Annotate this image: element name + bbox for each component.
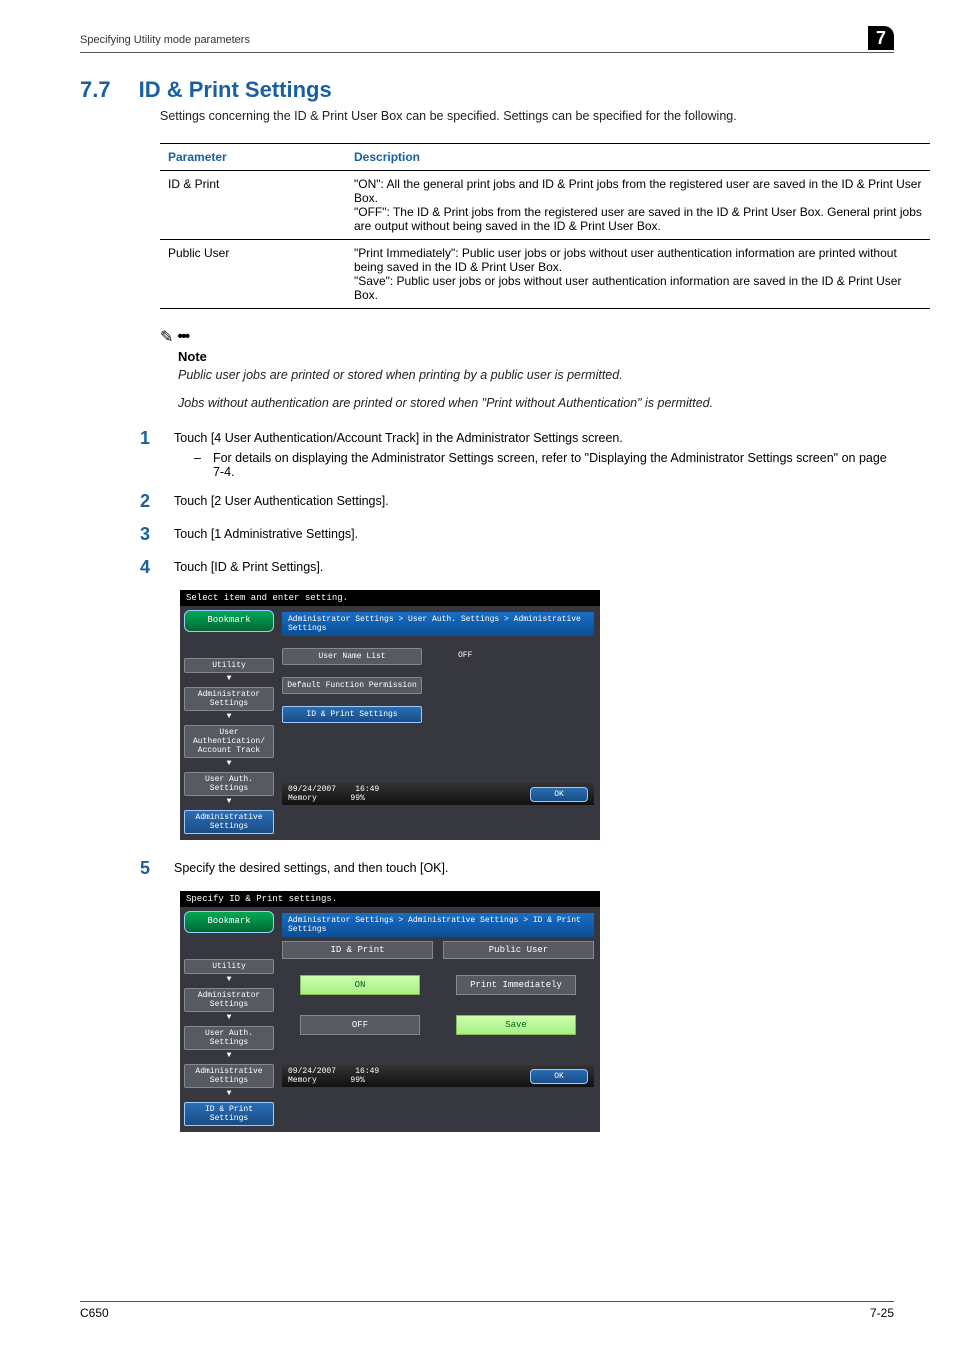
arrow-down-icon: ▼ — [184, 674, 274, 683]
sidebar-admin-settings[interactable]: Administrator Settings — [184, 687, 274, 711]
arrow-down-icon: ▼ — [184, 759, 274, 768]
sidebar-utility[interactable]: Utility — [184, 658, 274, 673]
sidebar-utility[interactable]: Utility — [184, 959, 274, 974]
message-bar: Specify ID & Print settings. — [180, 891, 600, 907]
step-text: Touch [ID & Print Settings]. — [174, 557, 894, 574]
screenshot-id-print-settings: Specify ID & Print settings. Bookmark Ut… — [180, 891, 600, 1132]
opt-id-print-settings[interactable]: ID & Print Settings — [282, 706, 422, 723]
ok-button[interactable]: OK — [530, 787, 588, 802]
cell-param: Public User — [160, 240, 346, 309]
bookmark-button[interactable]: Bookmark — [184, 911, 274, 933]
btn-off[interactable]: OFF — [300, 1015, 420, 1035]
sidebar-user-auth-settings[interactable]: User Auth. Settings — [184, 772, 274, 796]
step-text: Touch [1 Administrative Settings]. — [174, 524, 894, 541]
section-title: ID & Print Settings — [139, 77, 332, 103]
dash-icon: – — [194, 451, 201, 479]
page-breadcrumb: Specifying Utility mode parameters — [80, 34, 250, 46]
sidebar-administrative-settings[interactable]: Administrative Settings — [184, 810, 274, 834]
bookmark-button[interactable]: Bookmark — [184, 610, 274, 632]
status-mem-value: 99% — [350, 794, 364, 803]
status-date: 09/24/2007 — [288, 785, 336, 794]
th-description: Description — [346, 144, 930, 171]
chapter-number-badge: 7 — [868, 26, 894, 50]
cell-param: ID & Print — [160, 171, 346, 240]
step-subtext: For details on displaying the Administra… — [213, 451, 894, 479]
ok-button[interactable]: OK — [530, 1069, 588, 1084]
pen-icon: ✎ — [160, 327, 173, 347]
opt-user-name-list[interactable]: User Name List — [282, 648, 422, 665]
arrow-down-icon: ▼ — [184, 1051, 274, 1060]
arrow-down-icon: ▼ — [184, 797, 274, 806]
arrow-down-icon: ▼ — [184, 1013, 274, 1022]
crumb-bar: Administrator Settings > User Auth. Sett… — [282, 612, 594, 636]
sidebar-administrative-settings[interactable]: Administrative Settings — [184, 1064, 274, 1088]
step-number: 5 — [140, 858, 158, 879]
note-text: Jobs without authentication are printed … — [178, 396, 894, 410]
arrow-down-icon: ▼ — [184, 1089, 274, 1098]
footer-model: C650 — [80, 1306, 109, 1320]
status-mem-label: Memory — [288, 794, 317, 803]
crumb-bar: Administrator Settings > Administrative … — [282, 913, 594, 937]
note-label: Note — [178, 349, 894, 364]
btn-print-immediately[interactable]: Print Immediately — [456, 975, 576, 995]
off-label: OFF — [458, 648, 472, 665]
screenshot-admin-settings: Select item and enter setting. Bookmark … — [180, 590, 600, 840]
step-number: 2 — [140, 491, 158, 512]
col-public-user: Public User — [443, 941, 594, 959]
arrow-down-icon: ▼ — [184, 712, 274, 721]
step-text: Specify the desired settings, and then t… — [174, 858, 894, 875]
dots-icon: ••• — [177, 328, 188, 346]
sidebar-admin-settings[interactable]: Administrator Settings — [184, 988, 274, 1012]
message-bar: Select item and enter setting. — [180, 590, 600, 606]
parameter-table: Parameter Description ID & Print "ON": A… — [160, 143, 930, 309]
intro-text: Settings concerning the ID & Print User … — [160, 109, 894, 123]
btn-save[interactable]: Save — [456, 1015, 576, 1035]
opt-default-function-permission[interactable]: Default Function Permission — [282, 677, 422, 694]
status-time: 16:49 — [355, 1067, 379, 1076]
status-time: 16:49 — [355, 785, 379, 794]
sidebar-id-print-settings[interactable]: ID & Print Settings — [184, 1102, 274, 1126]
btn-on[interactable]: ON — [300, 975, 420, 995]
step-text: Touch [2 User Authentication Settings]. — [174, 491, 894, 508]
sidebar-user-auth-settings[interactable]: User Auth. Settings — [184, 1026, 274, 1050]
step-number: 1 — [140, 428, 158, 449]
cell-desc: "ON": All the general print jobs and ID … — [346, 171, 930, 240]
cell-desc: "Print Immediately": Public user jobs or… — [346, 240, 930, 309]
step-number: 4 — [140, 557, 158, 578]
th-parameter: Parameter — [160, 144, 346, 171]
status-mem-value: 99% — [350, 1076, 364, 1085]
status-date: 09/24/2007 — [288, 1067, 336, 1076]
col-id-print: ID & Print — [282, 941, 433, 959]
step-text: Touch [4 User Authentication/Account Tra… — [174, 431, 623, 445]
sidebar-user-auth-track[interactable]: User Authentication/ Account Track — [184, 725, 274, 758]
status-mem-label: Memory — [288, 1076, 317, 1085]
table-row: Public User "Print Immediately": Public … — [160, 240, 930, 309]
arrow-down-icon: ▼ — [184, 975, 274, 984]
table-row: ID & Print "ON": All the general print j… — [160, 171, 930, 240]
section-number: 7.7 — [80, 77, 111, 103]
footer-page: 7-25 — [870, 1306, 894, 1320]
step-number: 3 — [140, 524, 158, 545]
note-text: Public user jobs are printed or stored w… — [178, 368, 894, 382]
